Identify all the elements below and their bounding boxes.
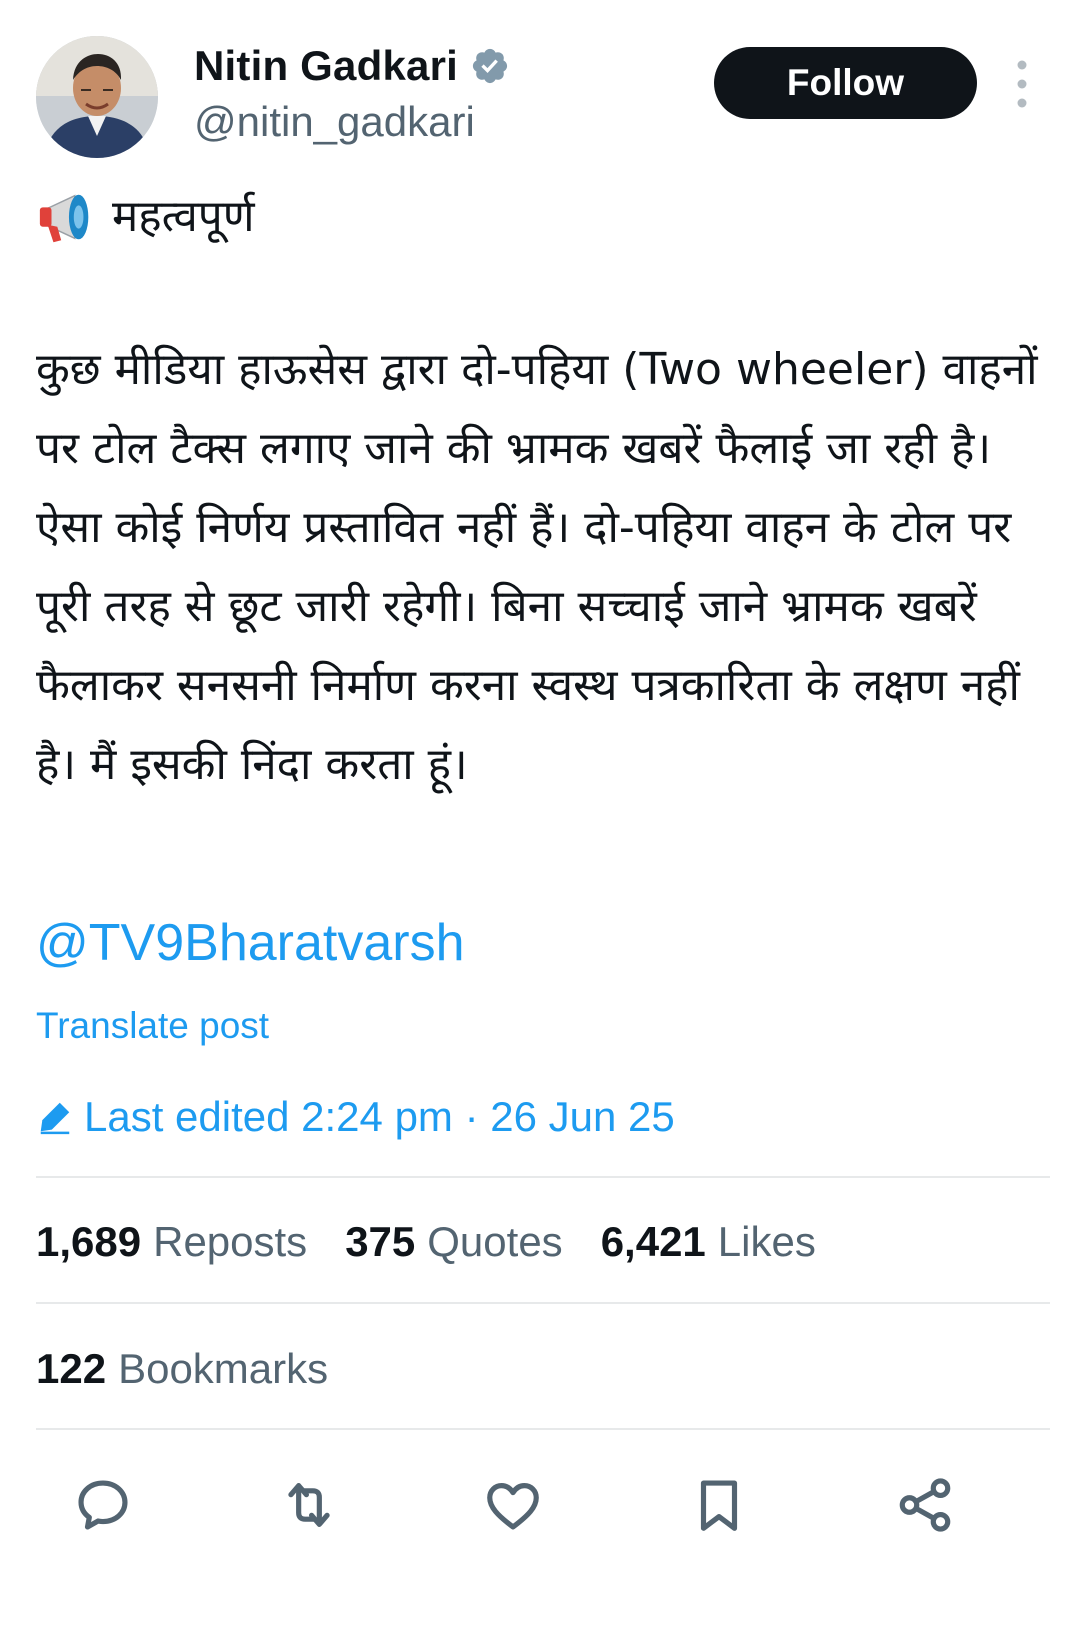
share-icon — [899, 1478, 951, 1532]
action-bar — [36, 1470, 1050, 1540]
bookmarks-stat[interactable]: 122 Bookmarks — [36, 1345, 328, 1393]
divider — [36, 1176, 1050, 1178]
author-handle[interactable]: @nitin_gadkari — [194, 98, 475, 146]
bookmarks-label: Bookmarks — [118, 1345, 329, 1392]
reply-icon — [78, 1480, 128, 1530]
last-edited-link[interactable]: Last edited 2:24 pm · 26 Jun 25 — [36, 1093, 675, 1141]
post-body: कुछ मीडिया हाऊसेस द्वारा दो-पहिया (Two w… — [36, 344, 1038, 790]
bookmark-button[interactable] — [684, 1470, 754, 1540]
quotes-label: Quotes — [427, 1218, 563, 1265]
mention-link[interactable]: @TV9Bharatvarsh — [36, 910, 465, 976]
pencil-icon — [40, 1102, 70, 1135]
bookmarks-count: 122 — [36, 1345, 107, 1392]
reposts-count: 1,689 — [36, 1218, 142, 1265]
post-header: Nitin Gadkari @nitin_gadkari Follow — [36, 36, 1050, 158]
megaphone-icon — [39, 194, 89, 243]
bookmark-icon — [700, 1480, 738, 1531]
author-name-row: Nitin Gadkari — [194, 42, 510, 90]
like-icon — [487, 1483, 539, 1530]
reply-button[interactable] — [68, 1470, 138, 1540]
follow-button[interactable]: Follow — [714, 47, 977, 119]
share-button[interactable] — [890, 1470, 960, 1540]
repost-icon — [288, 1483, 330, 1527]
headline-text: महत्वपूर्ण — [112, 191, 255, 242]
more-vertical-icon[interactable] — [1012, 58, 1032, 110]
translate-post-link[interactable]: Translate post — [36, 1003, 269, 1049]
engagement-stats: 1,689 Reposts 375 Quotes 6,421 Likes — [36, 1218, 854, 1266]
verified-badge-icon — [472, 48, 508, 84]
likes-count: 6,421 — [600, 1218, 706, 1265]
quotes-count: 375 — [345, 1218, 416, 1265]
quotes-stat[interactable]: 375 Quotes — [345, 1218, 563, 1266]
likes-label: Likes — [717, 1218, 816, 1265]
author-name[interactable]: Nitin Gadkari — [194, 42, 458, 90]
divider — [36, 1302, 1050, 1304]
likes-stat[interactable]: 6,421 Likes — [601, 1218, 816, 1266]
divider — [36, 1428, 1050, 1430]
post-headline: महत्वपूर्ण — [36, 186, 255, 248]
avatar[interactable] — [36, 36, 158, 158]
last-edited-text: Last edited 2:24 pm · 26 Jun 25 — [84, 1093, 675, 1140]
reposts-label: Reposts — [153, 1218, 308, 1265]
reposts-stat[interactable]: 1,689 Reposts — [36, 1218, 307, 1266]
like-button[interactable] — [478, 1470, 548, 1540]
repost-button[interactable] — [274, 1470, 344, 1540]
